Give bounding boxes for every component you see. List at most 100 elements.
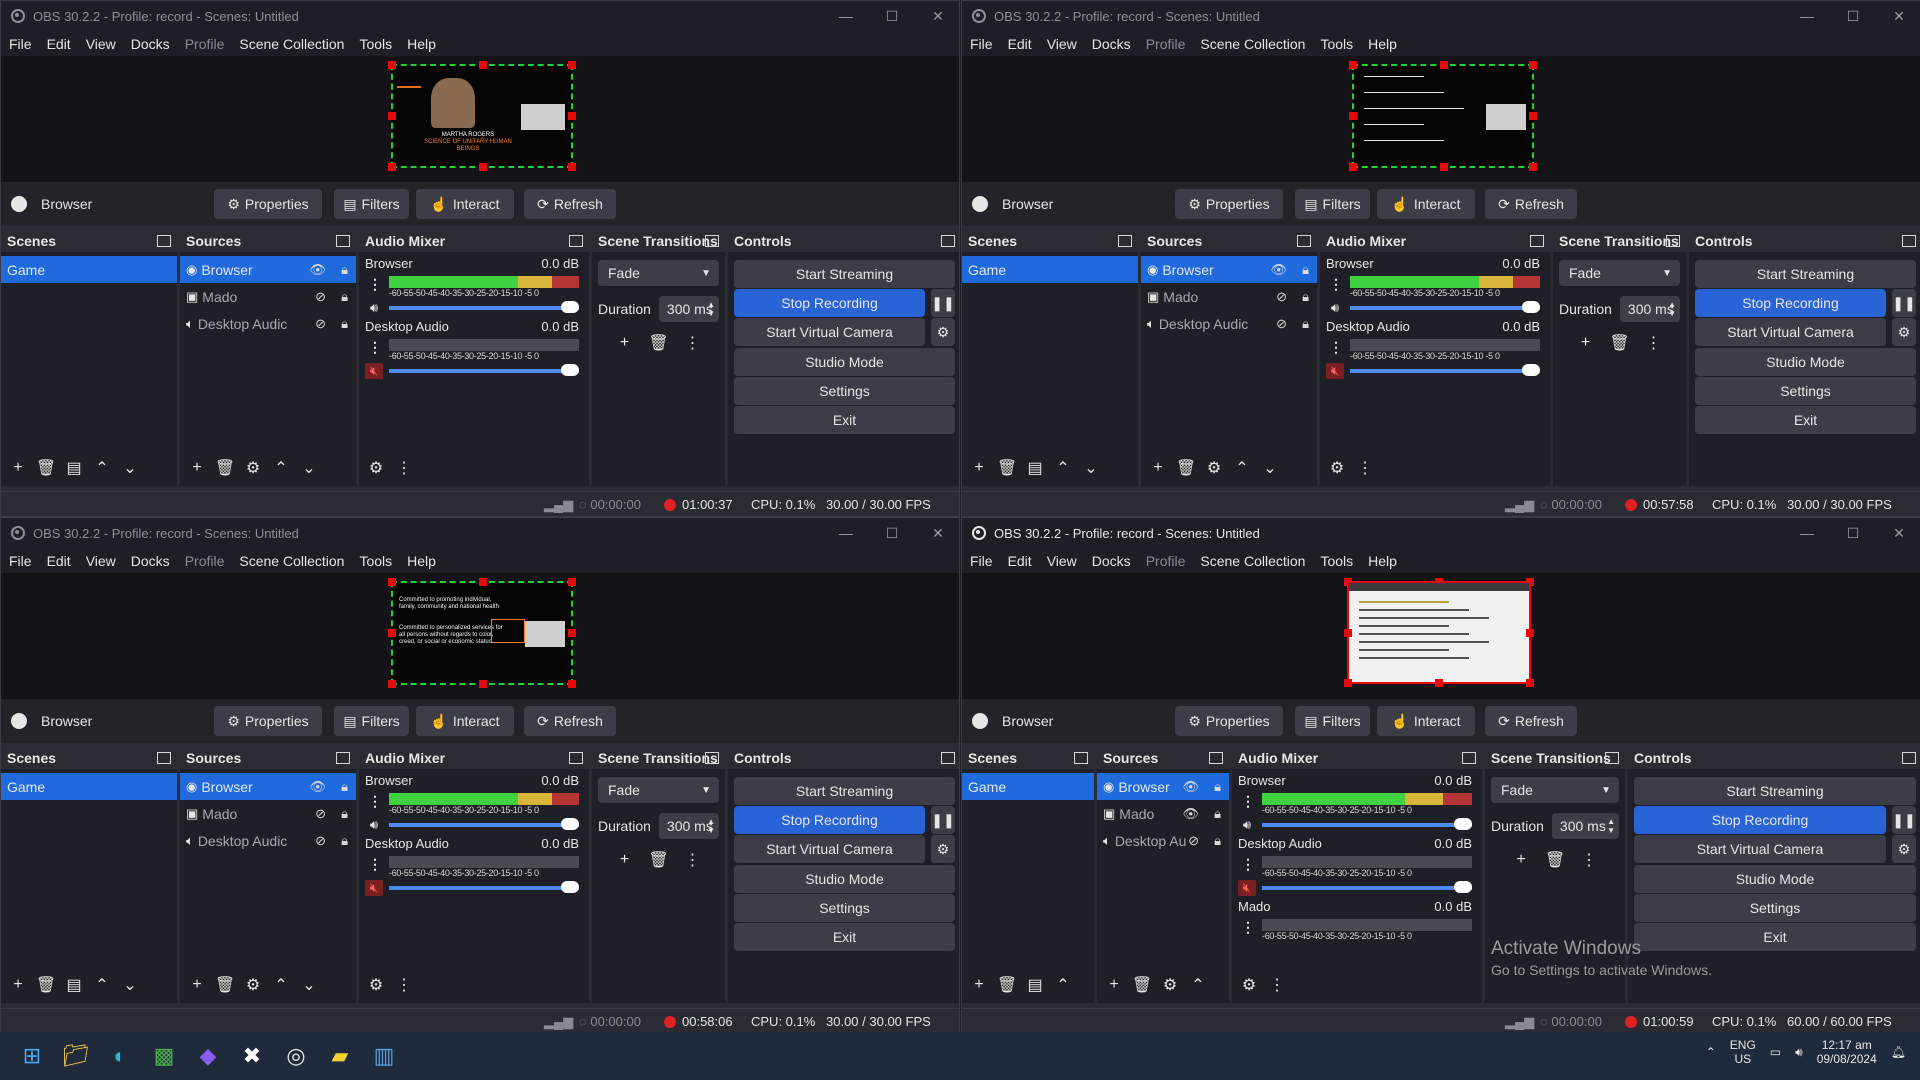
- volume-slider-knob[interactable]: [561, 818, 579, 830]
- gear-icon[interactable]: ⚙: [1892, 835, 1916, 863]
- trash-icon[interactable]: 🗑︎: [1131, 974, 1153, 996]
- channel-menu-icon[interactable]: ⋮: [367, 856, 383, 873]
- resize-handle[interactable]: [1344, 629, 1352, 637]
- menu-item-scene-collection[interactable]: Scene Collection: [1200, 553, 1305, 569]
- move-down-icon[interactable]: ⌄: [298, 457, 320, 479]
- duration-spinbox[interactable]: 300 ms ▲ ▼: [658, 813, 719, 839]
- menu-item-scene-collection[interactable]: Scene Collection: [239, 36, 344, 52]
- minecraft-icon[interactable]: ▩: [146, 1038, 182, 1074]
- menu-item-tools[interactable]: Tools: [359, 36, 392, 52]
- resize-handle[interactable]: [568, 578, 576, 586]
- trash-icon[interactable]: 🗑︎: [214, 974, 236, 996]
- resize-handle[interactable]: [388, 680, 396, 688]
- resize-handle[interactable]: [1349, 112, 1357, 120]
- exit-button[interactable]: Exit: [1695, 406, 1916, 434]
- add-icon[interactable]: +: [968, 974, 990, 996]
- studio-mode-button[interactable]: Studio Mode: [734, 348, 955, 376]
- file-explorer-icon[interactable]: 📁︎: [58, 1038, 94, 1074]
- more-icon[interactable]: ⋮: [393, 974, 415, 996]
- filter-icon[interactable]: ▤: [63, 457, 85, 479]
- source-item[interactable]: 🔈︎ Desktop Audic ⊘ 🔒︎: [180, 310, 356, 337]
- menu-item-view[interactable]: View: [86, 553, 116, 569]
- menu-item-profile[interactable]: Profile: [185, 553, 225, 569]
- move-up-icon[interactable]: ⌃: [1052, 457, 1074, 479]
- more-icon[interactable]: ⋮: [1643, 332, 1665, 354]
- preview-canvas[interactable]: Committed to promoting individual, famil…: [1, 573, 959, 699]
- volume-slider[interactable]: [389, 881, 579, 893]
- source-item[interactable]: ◉ Browser 👁︎ 🔒︎: [180, 256, 356, 283]
- maximize-icon[interactable]: ☐: [869, 518, 915, 548]
- transition-select[interactable]: Fade ▼: [598, 777, 719, 803]
- trash-icon[interactable]: 🗑︎: [1544, 849, 1566, 871]
- undock-icon[interactable]: [569, 752, 583, 764]
- monitor-app-icon[interactable]: ▥: [366, 1038, 402, 1074]
- chevron-up-icon[interactable]: ⌃: [1706, 1045, 1716, 1059]
- visible-eye-icon[interactable]: 👁︎: [309, 262, 326, 278]
- menu-item-view[interactable]: View: [1047, 553, 1077, 569]
- gear-icon[interactable]: ⚙: [1892, 318, 1916, 346]
- undock-icon[interactable]: [705, 235, 719, 247]
- add-icon[interactable]: +: [7, 457, 29, 479]
- pause-icon[interactable]: ❚❚: [931, 806, 955, 834]
- minimize-icon[interactable]: —: [1784, 518, 1830, 548]
- resize-handle[interactable]: [479, 61, 487, 69]
- refresh-button[interactable]: ⟳ Refresh: [1485, 706, 1577, 736]
- channel-menu-icon[interactable]: ⋮: [1240, 919, 1256, 936]
- more-icon[interactable]: ⋮: [393, 457, 415, 479]
- maximize-icon[interactable]: ☐: [1830, 1, 1876, 31]
- volume-slider[interactable]: [389, 364, 579, 376]
- transition-select[interactable]: Fade ▼: [598, 260, 719, 286]
- speaker-icon[interactable]: 🔊︎: [365, 300, 383, 316]
- visible-eye-icon[interactable]: 👁︎: [1182, 806, 1199, 822]
- filter-icon[interactable]: ▤: [1024, 974, 1046, 996]
- start-streaming-button[interactable]: Start Streaming: [734, 260, 955, 288]
- properties-button[interactable]: ⚙ Properties: [1175, 189, 1283, 219]
- resize-handle[interactable]: [388, 61, 396, 69]
- preview-source-frame[interactable]: MARTHA ROGERS SCIENCE OF UNITARY HUMAN BE…: [388, 61, 576, 171]
- volume-icon[interactable]: 🔊︎: [1795, 1045, 1803, 1060]
- minimize-icon[interactable]: —: [1784, 1, 1830, 31]
- preview-source-frame[interactable]: Committed to promoting individual, famil…: [388, 578, 576, 688]
- menu-item-profile[interactable]: Profile: [1146, 36, 1186, 52]
- interact-button[interactable]: ☝ Interact: [416, 706, 514, 736]
- add-icon[interactable]: +: [1147, 457, 1169, 479]
- filters-button[interactable]: ▤ Filters: [1295, 706, 1370, 736]
- menu-item-edit[interactable]: Edit: [1008, 36, 1032, 52]
- scene-item[interactable]: Game: [962, 256, 1138, 283]
- settings-button[interactable]: Settings: [1695, 377, 1916, 405]
- stop-recording-button[interactable]: Stop Recording: [1695, 289, 1886, 317]
- gear-icon[interactable]: ⚙: [365, 974, 387, 996]
- source-item[interactable]: 🔈︎ Desktop Audic ⊘ 🔒︎: [180, 827, 356, 854]
- add-icon[interactable]: +: [614, 332, 636, 354]
- gear-icon[interactable]: ⚙: [1326, 457, 1348, 479]
- trash-icon[interactable]: 🗑︎: [214, 457, 236, 479]
- hidden-eye-icon[interactable]: ⊘: [1276, 316, 1287, 332]
- resize-handle[interactable]: [568, 61, 576, 69]
- channel-menu-icon[interactable]: ⋮: [1328, 276, 1344, 293]
- resize-handle[interactable]: [1435, 679, 1443, 687]
- undock-icon[interactable]: [1462, 752, 1476, 764]
- trash-icon[interactable]: 🗑︎: [996, 457, 1018, 479]
- lock-icon[interactable]: 🔒︎: [1214, 779, 1221, 795]
- scene-item[interactable]: Game: [1, 773, 177, 800]
- move-down-icon[interactable]: ⌄: [1259, 457, 1281, 479]
- visible-eye-icon[interactable]: 👁︎: [1182, 779, 1199, 795]
- resize-handle[interactable]: [1440, 163, 1448, 171]
- speaker-icon[interactable]: 🔊︎: [365, 817, 383, 833]
- trash-icon[interactable]: 🗑︎: [35, 974, 57, 996]
- maximize-icon[interactable]: ☐: [1830, 518, 1876, 548]
- menu-item-help[interactable]: Help: [407, 36, 436, 52]
- spin-arrows-icon[interactable]: ▲ ▼: [1607, 817, 1615, 835]
- trash-icon[interactable]: 🗑︎: [648, 849, 670, 871]
- muted-speaker-icon[interactable]: 🔇︎: [365, 363, 383, 379]
- trash-icon[interactable]: 🗑︎: [1609, 332, 1631, 354]
- speaker-icon[interactable]: 🔊︎: [1326, 300, 1344, 316]
- close-icon[interactable]: ✕: [1876, 1, 1920, 31]
- volume-slider[interactable]: [1262, 881, 1472, 893]
- menu-item-help[interactable]: Help: [1368, 553, 1397, 569]
- undock-icon[interactable]: [1118, 235, 1132, 247]
- resize-handle[interactable]: [479, 680, 487, 688]
- menu-item-file[interactable]: File: [970, 553, 993, 569]
- volume-slider[interactable]: [1350, 364, 1540, 376]
- menu-item-help[interactable]: Help: [407, 553, 436, 569]
